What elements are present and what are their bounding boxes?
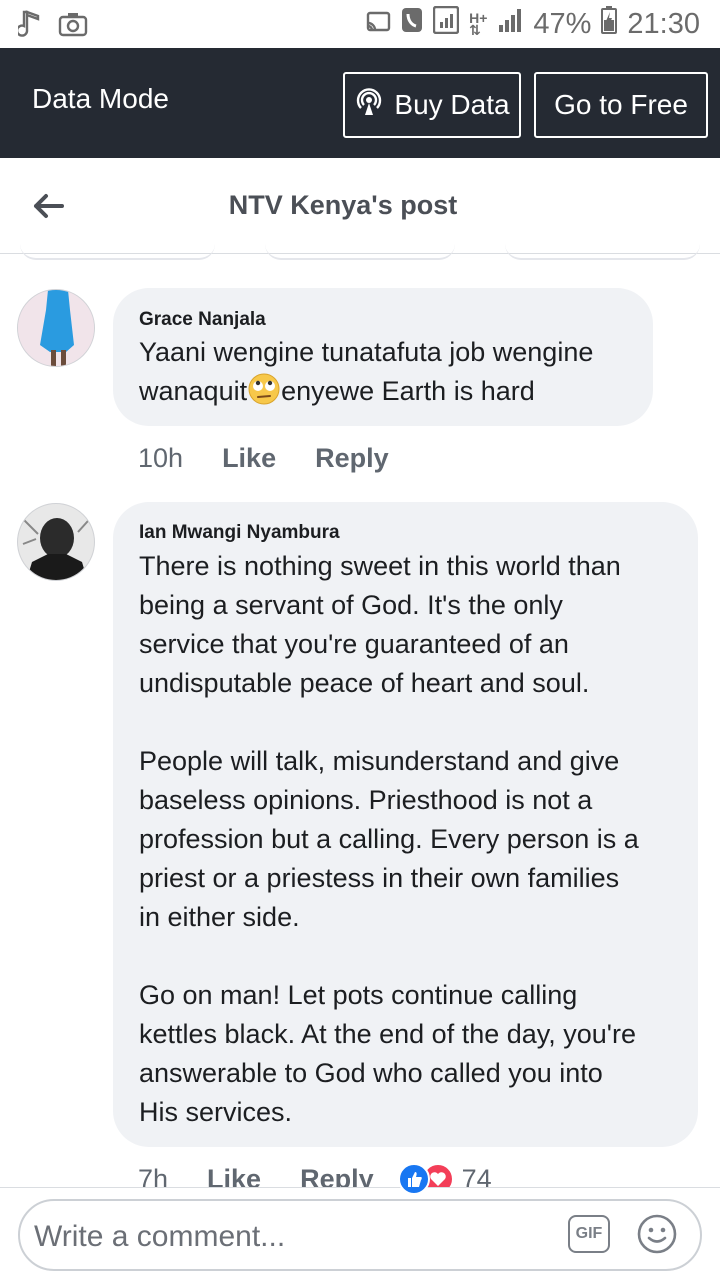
comment-line: in either side. (139, 902, 300, 932)
sim-signal-icon (432, 5, 460, 42)
go-to-free-label: Go to Free (554, 89, 688, 120)
signal-icon (497, 7, 523, 41)
data-mode-title: Data Mode (32, 83, 169, 114)
comment-line: People will talk, misunderstand and give (139, 746, 620, 776)
comment-bubble: Ian Mwangi Nyambura There is nothing swe… (113, 502, 698, 1147)
comment-author[interactable]: Grace Nanjala (139, 309, 266, 331)
broadcast-icon (354, 87, 384, 124)
like-button[interactable]: Like (222, 443, 276, 474)
comment-line: Go on man! Let pots continue calling (139, 980, 578, 1010)
battery-percentage: 47% (533, 7, 592, 40)
previous-item-stub (265, 244, 455, 260)
comment-line-part: wanaquit (139, 376, 248, 406)
comment-line: There is nothing sweet in this world tha… (139, 551, 621, 581)
post-header: NTV Kenya's post (0, 158, 720, 254)
go-to-free-button[interactable]: Go to Free (534, 72, 708, 138)
comment-line: His services. (139, 1097, 293, 1127)
reply-button[interactable]: Reply (315, 443, 389, 474)
comment-line: profession but a calling. Every person i… (139, 824, 639, 854)
comment-text: Yaani wengine tunatafuta job wengine wan… (139, 333, 593, 411)
comment-author[interactable]: Ian Mwangi Nyambura (139, 522, 340, 544)
music-note-icon (15, 9, 44, 44)
data-mode-bar: Data Mode Buy Data Go to Free (0, 48, 720, 158)
comment-line-part: enyewe Earth is hard (281, 376, 535, 406)
buy-data-label: Buy Data (394, 89, 510, 120)
page-title: NTV Kenya's post (228, 190, 458, 220)
comment-line: undisputable peace of heart and soul. (139, 668, 590, 698)
cast-icon (365, 8, 391, 41)
avatar[interactable] (17, 503, 95, 581)
battery-icon (601, 6, 618, 42)
comment-meta: 10h Like Reply (138, 443, 389, 474)
comment-line (139, 937, 689, 976)
face-with-rolling-eyes-icon (247, 372, 281, 406)
comment-line: answerable to God who called you into (139, 1058, 603, 1088)
comment-line: Yaani wengine tunatafuta job wengine (139, 337, 594, 367)
clock: 21:30 (627, 7, 700, 40)
comment-line: service that you're guaranteed of an (139, 629, 569, 659)
comment-input[interactable]: Write a comment... GIF (18, 1199, 702, 1271)
status-bar: H+ ⇅ 47% 21:30 (0, 0, 720, 48)
previous-item-stub (20, 244, 215, 260)
gif-icon[interactable]: GIF (568, 1215, 610, 1253)
network-hplus-icon: H+ ⇅ (469, 10, 488, 38)
buy-data-button[interactable]: Buy Data (343, 72, 521, 138)
comment-line: wanaquit enyewe Earth is hard (139, 372, 593, 411)
comment-line (139, 703, 689, 742)
comment-line: baseless opinions. Priesthood is not a (139, 785, 593, 815)
comment-composer: Write a comment... GIF (0, 1187, 720, 1280)
comment-time: 10h (138, 443, 184, 473)
call-icon (401, 7, 423, 41)
sticker-smile-icon[interactable] (636, 1213, 678, 1255)
avatar[interactable] (17, 289, 95, 367)
comment-line: kettles black. At the end of the day, yo… (139, 1019, 636, 1049)
comment-line: being a servant of God. It's the only (139, 590, 563, 620)
comment-line: priest or a priestess in their own famil… (139, 863, 620, 893)
comment-text: There is nothing sweet in this world tha… (139, 547, 689, 1132)
camera-icon (58, 11, 88, 42)
comment-bubble: Grace Nanjala Yaani wengine tunatafuta j… (113, 288, 653, 426)
previous-item-stub (505, 244, 700, 260)
like-reaction-icon (397, 1163, 430, 1195)
comment-input-placeholder: Write a comment... (34, 1220, 286, 1253)
